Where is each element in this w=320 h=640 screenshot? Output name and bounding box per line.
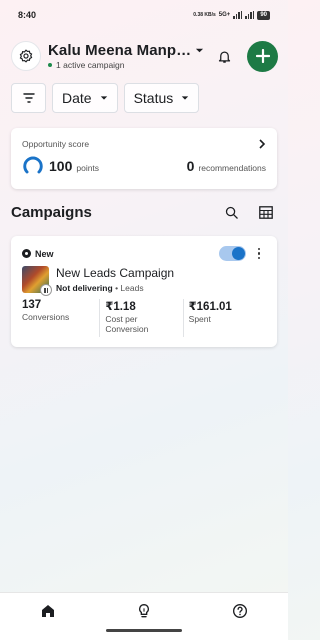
chevron-down-icon (196, 48, 204, 53)
opportunity-score-unit: points (76, 162, 100, 173)
date-filter-label: Date (62, 90, 92, 106)
table-icon[interactable] (255, 201, 277, 223)
active-status-dot (48, 63, 52, 67)
more-options-icon[interactable] (252, 247, 266, 260)
new-badge: New (22, 249, 54, 259)
metric-spent: ₹161.01 Spent (182, 299, 266, 337)
signal-icon-2 (245, 11, 255, 19)
chevron-right-icon (259, 139, 266, 149)
active-campaigns-text: 1 active campaign (56, 60, 125, 70)
campaign-objective: Leads (120, 283, 144, 293)
account-switcher[interactable]: Kalu Meena Manp… 1 active campaign (48, 42, 213, 70)
plus-icon (255, 49, 270, 63)
chevron-down-icon (100, 96, 107, 100)
status-time: 8:40 (18, 10, 37, 20)
campaign-name[interactable]: New Leads Campaign (56, 266, 174, 280)
account-name: Kalu Meena Manp… (48, 42, 192, 59)
metric-value: ₹1.18 (105, 301, 136, 313)
search-icon[interactable] (220, 201, 242, 223)
home-indicator[interactable] (106, 629, 182, 632)
opportunity-score-card[interactable]: Opportunity score 100 points 0 recommend… (11, 128, 277, 189)
create-campaign-button[interactable] (247, 40, 278, 72)
new-badge-icon (22, 249, 31, 258)
campaign-thumbnail (22, 266, 52, 296)
home-icon[interactable] (28, 600, 68, 622)
chevron-down-icon (182, 96, 189, 100)
status-bar: 8:40 0.38 KB/s 5G+ 90 (0, 0, 288, 30)
settings-gear-icon[interactable] (11, 41, 41, 71)
filter-bar: Date Status (11, 83, 200, 113)
bottom-navigation (0, 592, 288, 640)
recommendations-label: recommendations (198, 162, 266, 173)
bell-icon[interactable] (213, 45, 235, 67)
metric-cost-per-conversion: ₹1.18 Cost per Conversion (99, 299, 182, 337)
lightbulb-icon[interactable] (124, 600, 164, 622)
campaigns-title: Campaigns (11, 203, 92, 221)
signal-icon (233, 11, 243, 19)
opportunity-score-value: 100 (49, 158, 73, 174)
filter-button[interactable] (11, 83, 46, 113)
metric-label: Conversions (22, 312, 70, 322)
status-filter-dropdown[interactable]: Status (123, 83, 200, 113)
score-gauge-icon (23, 156, 43, 174)
date-filter-dropdown[interactable]: Date (52, 83, 118, 113)
status-filter-label: Status (133, 90, 174, 106)
filter-icon (22, 93, 35, 103)
metric-conversions: 137 Conversions (22, 299, 99, 337)
pause-icon (40, 284, 52, 296)
metric-value: 137 (22, 299, 42, 311)
metric-label: Spent (188, 314, 211, 324)
metric-label: Cost per Conversion (105, 314, 149, 334)
network-type: 5G+ (218, 12, 231, 18)
metric-value: ₹161.01 (188, 301, 232, 313)
status-icons: 0.38 KB/s 5G+ 90 (193, 10, 270, 20)
opportunity-score-title: Opportunity score (22, 139, 90, 149)
battery-icon: 90 (257, 10, 270, 20)
data-speed: 0.38 KB/s (193, 12, 216, 18)
help-icon[interactable] (220, 600, 260, 622)
campaigns-section-header: Campaigns (11, 200, 277, 224)
campaign-delivery-status: Not delivering (56, 283, 113, 293)
campaign-toggle[interactable] (219, 246, 246, 261)
campaign-card[interactable]: New New Leads Campaign Not delivering • … (11, 236, 277, 347)
recommendations-count: 0 (186, 158, 195, 174)
new-badge-label: New (35, 248, 54, 259)
account-header: Kalu Meena Manp… 1 active campaign (11, 40, 278, 72)
campaign-metrics: 137 Conversions ₹1.18 Cost per Conversio… (22, 299, 266, 337)
